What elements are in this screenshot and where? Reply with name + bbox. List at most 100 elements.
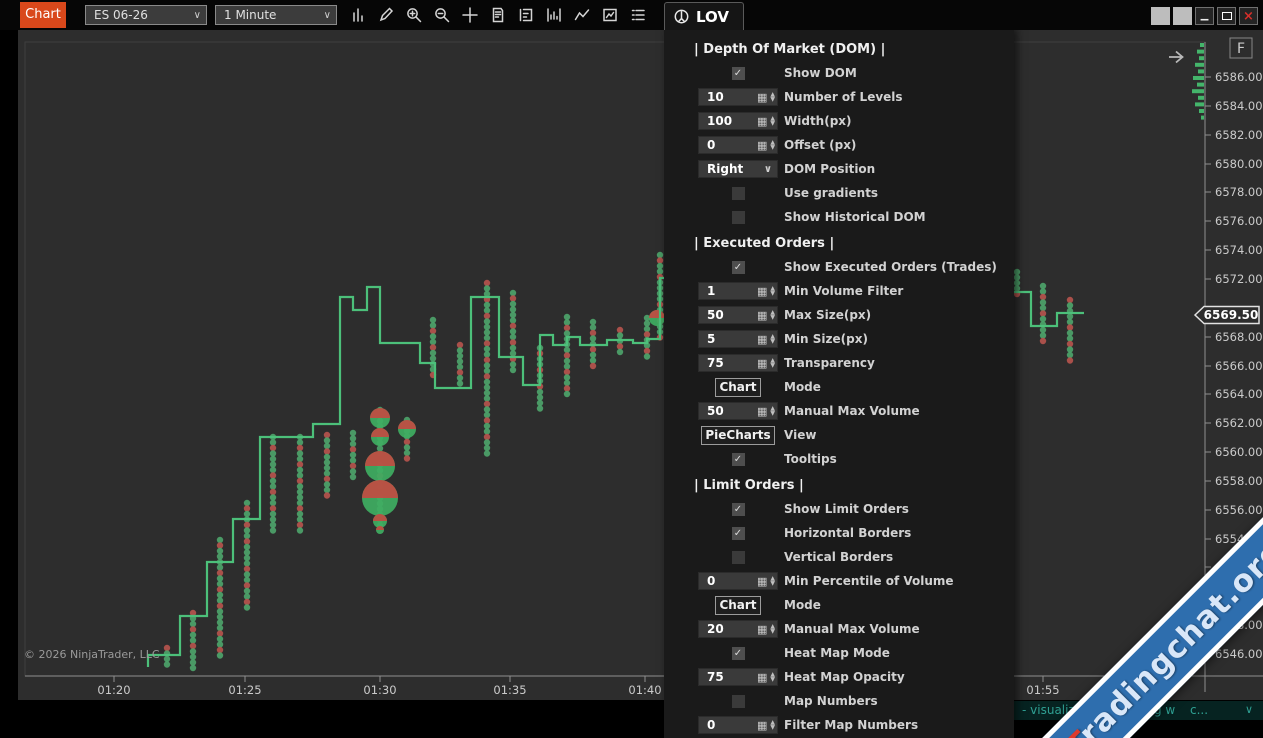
window-button-b[interactable]: [1173, 7, 1192, 25]
calculator-icon[interactable]: ▦: [757, 286, 767, 297]
document-search-icon[interactable]: [487, 3, 509, 27]
spinner-down-icon[interactable]: ▼: [770, 315, 775, 320]
spinner-down-icon[interactable]: ▼: [770, 363, 775, 368]
price-chart: 6586.006584.006582.006580.006578.006576.…: [18, 30, 1263, 700]
interval-select[interactable]: 1 Minute ∨: [215, 5, 337, 25]
calculator-icon[interactable]: ▦: [757, 720, 767, 731]
spinner-down-icon[interactable]: ▼: [770, 145, 775, 150]
tab-lov[interactable]: LOV: [664, 2, 744, 30]
spinner-down-icon[interactable]: ▼: [770, 581, 775, 586]
spinner-arrows[interactable]: ▲▼: [768, 406, 777, 416]
calculator-icon[interactable]: ▦: [757, 334, 767, 345]
setting-button[interactable]: PieCharts: [701, 426, 774, 445]
spinner-arrows[interactable]: ▲▼: [768, 624, 777, 634]
calculator-icon[interactable]: ▦: [757, 310, 767, 321]
spinner-arrows[interactable]: ▲▼: [768, 720, 777, 730]
number-input[interactable]: 75▦▲▼: [698, 354, 778, 372]
spinner-down-icon[interactable]: ▼: [770, 677, 775, 682]
number-value: 50: [699, 404, 757, 418]
setting-label: Number of Levels: [784, 90, 903, 104]
spinner-down-icon[interactable]: ▼: [770, 291, 775, 296]
minimize-button[interactable]: ▁: [1195, 7, 1214, 25]
spinner-arrows[interactable]: ▲▼: [768, 140, 777, 150]
maximize-button[interactable]: [1217, 7, 1236, 25]
setting-button[interactable]: Chart: [715, 596, 760, 615]
volume-profile-icon[interactable]: [543, 3, 565, 27]
toolbar: Chart ES 06-26 ∨ 1 Minute ∨: [0, 0, 1263, 30]
setting-label: Show DOM: [784, 66, 857, 80]
checkbox[interactable]: [732, 187, 745, 200]
spinner-arrows[interactable]: ▲▼: [768, 310, 777, 320]
number-input[interactable]: 1▦▲▼: [698, 282, 778, 300]
spinner-arrows[interactable]: ▲▼: [768, 92, 777, 102]
checkbox[interactable]: [732, 211, 745, 224]
list-properties-icon[interactable]: [627, 3, 649, 27]
calculator-icon[interactable]: ▦: [757, 624, 767, 635]
copyright-text: © 2026 NinjaTrader, LLC: [24, 648, 160, 661]
calculator-icon[interactable]: ▦: [757, 140, 767, 151]
checkbox[interactable]: ✓: [732, 261, 745, 274]
section-header: | Executed Orders |: [664, 231, 1014, 255]
checkbox[interactable]: ✓: [732, 647, 745, 660]
calculator-icon[interactable]: ▦: [757, 672, 767, 683]
calculator-icon[interactable]: ▦: [757, 406, 767, 417]
checkbox[interactable]: [732, 695, 745, 708]
checkbox[interactable]: ✓: [732, 527, 745, 540]
number-input[interactable]: 50▦▲▼: [698, 402, 778, 420]
zoom-in-icon[interactable]: [403, 3, 425, 27]
spinner-down-icon[interactable]: ▼: [770, 725, 775, 730]
number-input[interactable]: 20▦▲▼: [698, 620, 778, 638]
spinner-down-icon[interactable]: ▼: [770, 97, 775, 102]
setting-row: ChartMode: [664, 375, 1014, 399]
number-input[interactable]: 0▦▲▼: [698, 136, 778, 154]
number-input[interactable]: 75▦▲▼: [698, 668, 778, 686]
close-button[interactable]: ×: [1239, 7, 1258, 25]
spinner-arrows[interactable]: ▲▼: [768, 116, 777, 126]
zigzag-line-icon[interactable]: [571, 3, 593, 27]
checkbox[interactable]: ✓: [732, 453, 745, 466]
chart-tab[interactable]: Chart: [20, 2, 66, 28]
spinner-arrows[interactable]: ▲▼: [768, 334, 777, 344]
setting-label: Max Size(px): [784, 308, 871, 322]
calculator-icon[interactable]: ▦: [757, 92, 767, 103]
setting-label: Vertical Borders: [784, 550, 893, 564]
setting-row: Right∨DOM Position: [664, 157, 1014, 181]
spinner-arrows[interactable]: ▲▼: [768, 576, 777, 586]
checkbox[interactable]: ✓: [732, 503, 745, 516]
spinner-arrows[interactable]: ▲▼: [768, 286, 777, 296]
number-input[interactable]: 5▦▲▼: [698, 330, 778, 348]
crosshair-icon[interactable]: [459, 3, 481, 27]
setting-control: 50▦▲▼: [698, 402, 778, 420]
checkbox[interactable]: [732, 551, 745, 564]
spinner-down-icon[interactable]: ▼: [770, 339, 775, 344]
number-input[interactable]: 50▦▲▼: [698, 306, 778, 324]
number-input[interactable]: 100▦▲▼: [698, 112, 778, 130]
calculator-icon[interactable]: ▦: [757, 576, 767, 587]
number-input[interactable]: 10▦▲▼: [698, 88, 778, 106]
number-input[interactable]: 0▦▲▼: [698, 572, 778, 590]
calculator-icon[interactable]: ▦: [757, 116, 767, 127]
instrument-select[interactable]: ES 06-26 ∨: [85, 5, 207, 25]
spinner-arrows[interactable]: ▲▼: [768, 358, 777, 368]
setting-label: Min Size(px): [784, 332, 868, 346]
setting-button[interactable]: Chart: [715, 378, 760, 397]
spinner-arrows[interactable]: ▲▼: [768, 672, 777, 682]
zoom-out-icon[interactable]: [431, 3, 453, 27]
indicator-panel-icon[interactable]: [599, 3, 621, 27]
setting-row: 100▦▲▼Width(px): [664, 109, 1014, 133]
number-input[interactable]: 0▦▲▼: [698, 716, 778, 734]
setting-row: PieChartsView: [664, 423, 1014, 447]
spinner-down-icon[interactable]: ▼: [770, 629, 775, 634]
chart-bars-icon[interactable]: [347, 3, 369, 27]
dropdown-select[interactable]: Right∨: [698, 160, 778, 178]
pencil-icon[interactable]: [375, 3, 397, 27]
calculator-icon[interactable]: ▦: [757, 358, 767, 369]
setting-control: [698, 211, 778, 224]
chevron-down-icon[interactable]: ∨: [1245, 703, 1253, 716]
spinner-down-icon[interactable]: ▼: [770, 411, 775, 416]
window-button-a[interactable]: [1151, 7, 1170, 25]
spinner-down-icon[interactable]: ▼: [770, 121, 775, 126]
number-value: 10: [699, 90, 757, 104]
checkbox[interactable]: ✓: [732, 67, 745, 80]
data-box-icon[interactable]: [515, 3, 537, 27]
